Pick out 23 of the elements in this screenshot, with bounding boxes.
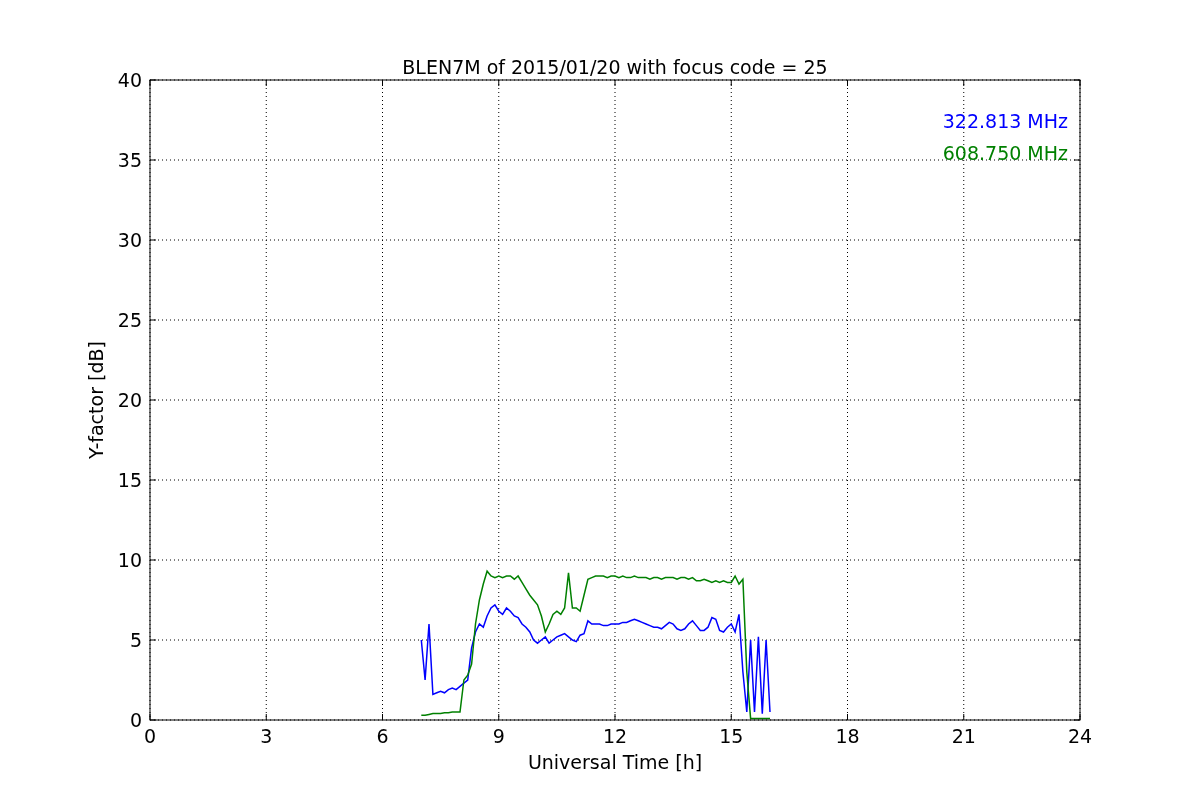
legend-label: 322.813 MHz [942,110,1068,132]
y-axis-label: Y-factor [dB] [85,341,107,459]
x-tick-label: 0 [143,725,157,747]
y-tick-label: 35 [117,149,142,171]
y-tick-label: 40 [117,69,142,91]
y-tick-label: 10 [117,549,142,571]
chart-title: BLEN7M of 2015/01/20 with focus code = 25 [402,56,828,78]
y-tick-label: 20 [117,389,142,411]
y-tick-label: 25 [117,309,142,331]
x-axis-label: Universal Time [h] [527,751,703,773]
x-tick-label: 3 [260,725,273,747]
y-tick-label: 15 [117,469,142,491]
y-tick-label: 5 [129,629,142,651]
legend-label: 608.750 MHz [942,142,1068,164]
y-tick-label: 0 [129,709,142,731]
x-tick-label: 18 [835,725,860,747]
y-tick-label: 30 [117,229,142,251]
x-tick-label: 6 [376,725,389,747]
x-tick-label: 24 [1067,725,1093,747]
x-tick-label: 21 [951,725,976,747]
x-tick-label: 15 [719,725,744,747]
x-tick-label: 9 [492,725,505,747]
x-tick-label: 12 [602,725,628,747]
